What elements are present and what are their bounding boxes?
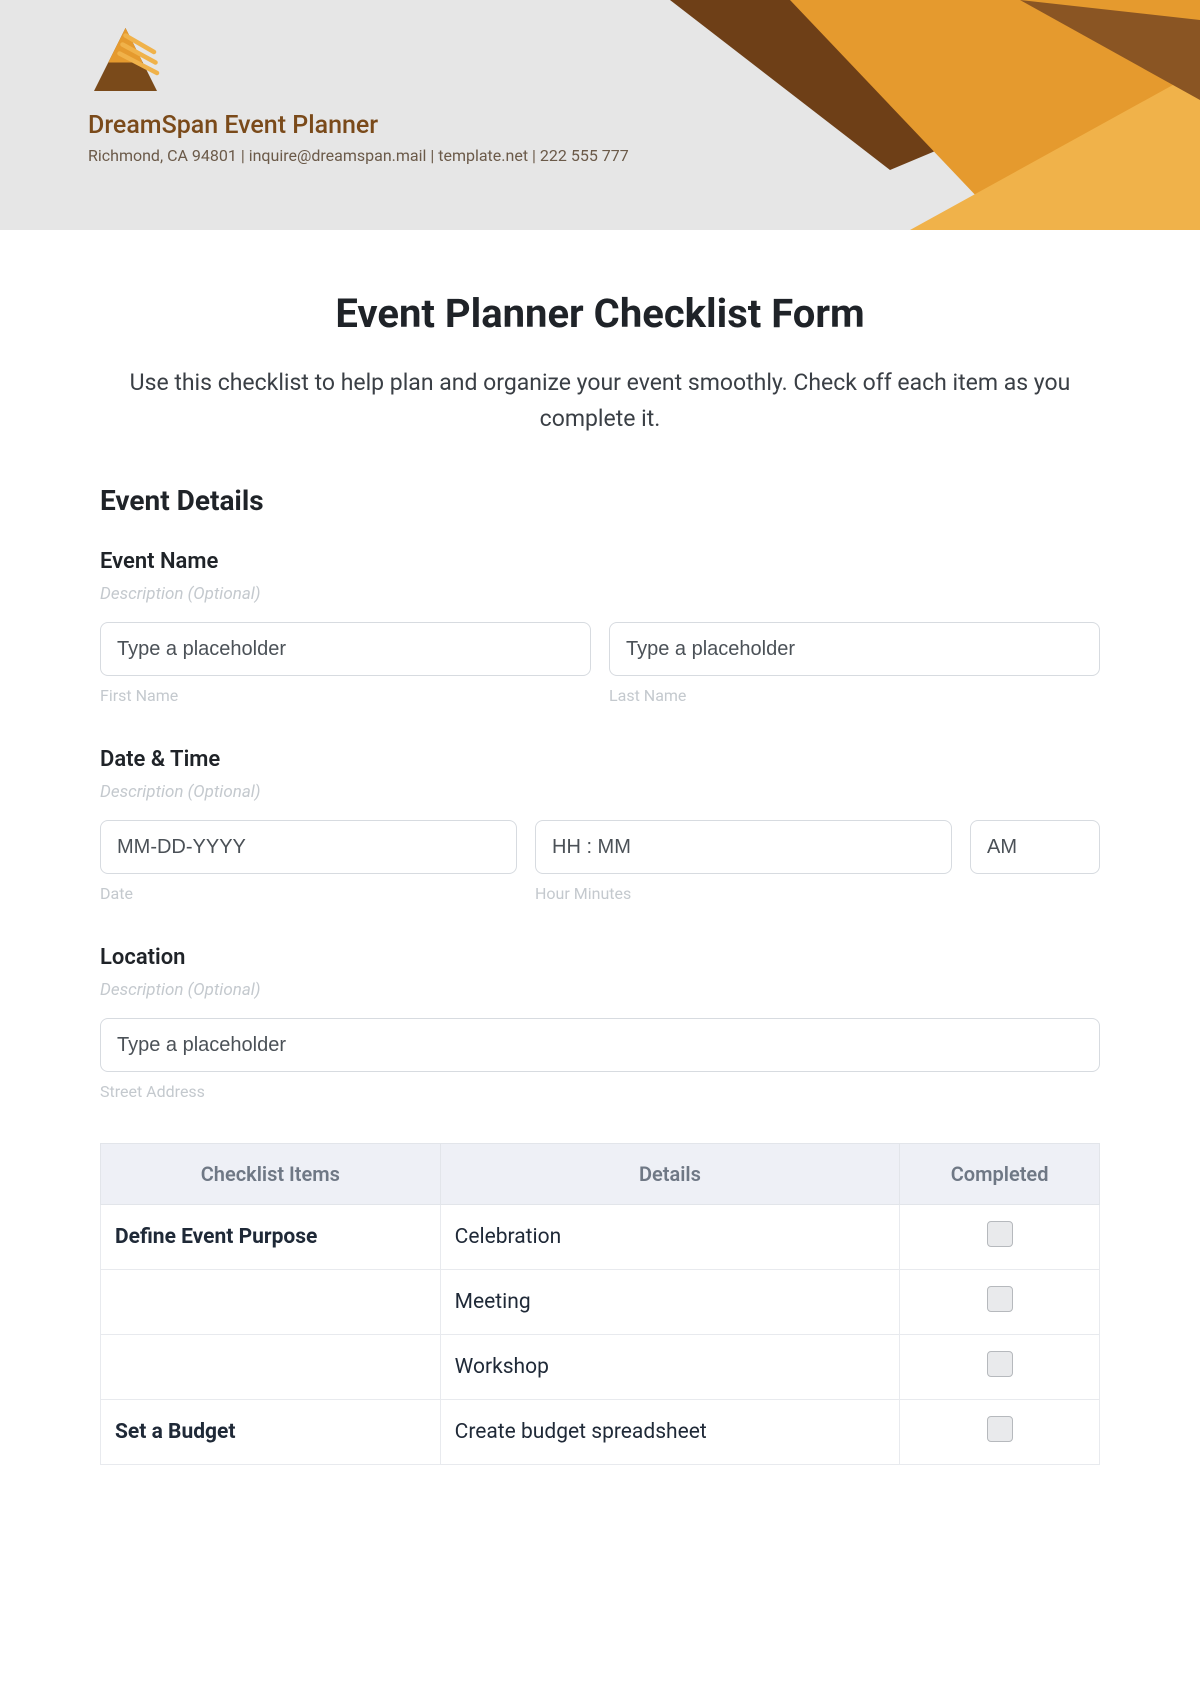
- last-name-sublabel: Last Name: [609, 686, 1100, 705]
- checklist-item: [101, 1335, 441, 1400]
- table-row: Meeting: [101, 1270, 1100, 1335]
- time-input[interactable]: [535, 820, 952, 874]
- checklist-table: Checklist Items Details Completed Define…: [100, 1143, 1100, 1465]
- checkbox[interactable]: [987, 1351, 1013, 1377]
- first-name-input[interactable]: [100, 622, 591, 676]
- time-sublabel: Hour Minutes: [535, 884, 952, 903]
- field-event-name: Event Name Description (Optional) First …: [100, 549, 1100, 705]
- date-sublabel: Date: [100, 884, 517, 903]
- company-logo-icon: [88, 22, 163, 97]
- checklist-detail: Workshop: [440, 1335, 900, 1400]
- location-desc: Description (Optional): [100, 980, 1100, 1000]
- form-content: Event Planner Checklist Form Use this ch…: [0, 230, 1200, 1465]
- company-name: DreamSpan Event Planner: [88, 111, 1200, 140]
- col-completed: Completed: [900, 1144, 1100, 1205]
- checkbox[interactable]: [987, 1221, 1013, 1247]
- date-time-desc: Description (Optional): [100, 782, 1100, 802]
- event-name-desc: Description (Optional): [100, 584, 1100, 604]
- field-date-time: Date & Time Description (Optional) Date …: [100, 747, 1100, 903]
- street-address-sublabel: Street Address: [100, 1082, 1100, 1101]
- form-intro: Use this checklist to help plan and orga…: [100, 365, 1100, 436]
- checklist-detail: Create budget spreadsheet: [440, 1400, 900, 1465]
- event-name-label: Event Name: [100, 549, 1100, 574]
- ampm-input[interactable]: [970, 820, 1100, 874]
- date-time-label: Date & Time: [100, 747, 1100, 772]
- col-details: Details: [440, 1144, 900, 1205]
- table-row: Define Event Purpose Celebration: [101, 1205, 1100, 1270]
- checklist-item: Define Event Purpose: [101, 1205, 441, 1270]
- last-name-input[interactable]: [609, 622, 1100, 676]
- checklist-detail: Celebration: [440, 1205, 900, 1270]
- company-info: Richmond, CA 94801 | inquire@dreamspan.m…: [88, 146, 1200, 165]
- checklist-item: [101, 1270, 441, 1335]
- first-name-sublabel: First Name: [100, 686, 591, 705]
- page-header: DreamSpan Event Planner Richmond, CA 948…: [0, 0, 1200, 230]
- checkbox[interactable]: [987, 1416, 1013, 1442]
- checkbox[interactable]: [987, 1286, 1013, 1312]
- checklist-detail: Meeting: [440, 1270, 900, 1335]
- form-title: Event Planner Checklist Form: [100, 290, 1100, 337]
- location-label: Location: [100, 945, 1100, 970]
- street-address-input[interactable]: [100, 1018, 1100, 1072]
- table-row: Workshop: [101, 1335, 1100, 1400]
- section-event-details: Event Details: [100, 484, 1100, 517]
- table-row: Set a Budget Create budget spreadsheet: [101, 1400, 1100, 1465]
- date-input[interactable]: [100, 820, 517, 874]
- checklist-item: Set a Budget: [101, 1400, 441, 1465]
- col-items: Checklist Items: [101, 1144, 441, 1205]
- field-location: Location Description (Optional) Street A…: [100, 945, 1100, 1101]
